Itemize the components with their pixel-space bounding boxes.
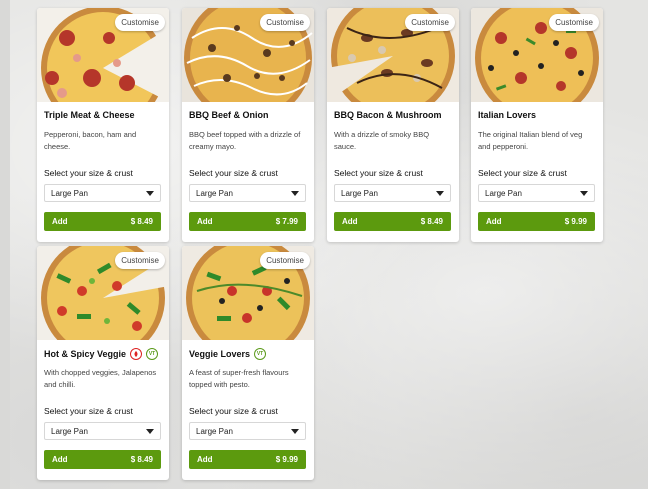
hot-icon — [130, 348, 143, 360]
selected-size: Large Pan — [485, 189, 522, 198]
pizza-image: Customise — [182, 246, 314, 340]
customise-button[interactable]: Customise — [405, 14, 455, 31]
selected-size: Large Pan — [51, 427, 88, 436]
add-label: Add — [197, 455, 213, 464]
pizza-description: With a drizzle of smoky BBQ sauce. — [334, 130, 430, 151]
pizza-card-hot-spicy-veggie: Customise Hot & Spicy Veggie VT With cho… — [37, 246, 169, 480]
add-button[interactable]: Add $ 8.49 — [44, 450, 161, 469]
size-crust-select[interactable]: Large Pan — [189, 184, 306, 202]
pizza-description: BBQ beef topped with a drizzle of creamy… — [189, 130, 301, 151]
pizza-card-veggie-lovers: Customise Veggie Lovers VT A feast of su… — [182, 246, 314, 480]
add-label: Add — [486, 217, 502, 226]
price: $ 8.49 — [130, 455, 153, 464]
pizza-card-triple-meat: Customise Triple Meat & Cheese Pepperoni… — [37, 8, 169, 242]
add-label: Add — [197, 217, 213, 226]
add-label: Add — [52, 455, 68, 464]
add-button[interactable]: Add $ 9.99 — [478, 212, 595, 231]
pizza-image: Customise — [37, 246, 169, 340]
vegetarian-icon: VT — [146, 348, 159, 360]
pizza-description: The original Italian blend of veg and pe… — [478, 130, 583, 151]
size-crust-select[interactable]: Large Pan — [44, 184, 161, 202]
pizza-card-bbq-beef-onion: Customise BBQ Beef & Onion BBQ beef topp… — [182, 8, 314, 242]
pizza-description: A feast of super-fresh flavours topped w… — [189, 368, 289, 389]
customise-button[interactable]: Customise — [260, 252, 310, 269]
pizza-title: Hot & Spicy Veggie VT — [44, 348, 163, 360]
customise-button[interactable]: Customise — [115, 14, 165, 31]
pizza-image: Customise — [327, 8, 459, 102]
pizza-description: Pepperoni, bacon, ham and cheese. — [44, 130, 137, 151]
size-crust-select[interactable]: Large Pan — [44, 422, 161, 440]
pizza-title: Italian Lovers — [478, 110, 537, 120]
vegetarian-icon: VT — [254, 348, 267, 360]
pizza-card-bbq-bacon-mushroom: Customise BBQ Bacon & Mushroom With a dr… — [327, 8, 459, 242]
add-button[interactable]: Add $ 8.49 — [334, 212, 451, 231]
size-crust-select[interactable]: Large Pan — [478, 184, 595, 202]
price: $ 9.99 — [564, 217, 587, 226]
pizza-image: Customise — [182, 8, 314, 102]
pizza-title: Triple Meat & Cheese — [44, 110, 135, 120]
size-crust-label: Select your size & crust — [189, 406, 278, 416]
size-crust-label: Select your size & crust — [44, 406, 133, 416]
add-button[interactable]: Add $ 8.49 — [44, 212, 161, 231]
add-label: Add — [52, 217, 68, 226]
price: $ 8.49 — [130, 217, 153, 226]
selected-size: Large Pan — [196, 189, 233, 198]
chevron-down-icon — [580, 191, 588, 196]
selected-size: Large Pan — [51, 189, 88, 198]
pizza-title: BBQ Beef & Onion — [189, 110, 269, 120]
chevron-down-icon — [436, 191, 444, 196]
add-button[interactable]: Add $ 9.99 — [189, 450, 306, 469]
customise-button[interactable]: Customise — [115, 252, 165, 269]
pizza-description: With chopped veggies, Jalapenos and chil… — [44, 368, 157, 389]
add-label: Add — [342, 217, 358, 226]
pizza-card-italian-lovers: Customise Italian Lovers The original It… — [471, 8, 603, 242]
selected-size: Large Pan — [196, 427, 233, 436]
chevron-down-icon — [291, 429, 299, 434]
left-edge — [0, 0, 10, 489]
pizza-image: Customise — [37, 8, 169, 102]
price: $ 7.99 — [275, 217, 298, 226]
chevron-down-icon — [291, 191, 299, 196]
pizza-image: Customise — [471, 8, 603, 102]
chevron-down-icon — [146, 191, 154, 196]
pizza-title: Veggie Lovers VT — [189, 348, 308, 360]
selected-size: Large Pan — [341, 189, 378, 198]
size-crust-label: Select your size & crust — [189, 168, 278, 178]
size-crust-select[interactable]: Large Pan — [334, 184, 451, 202]
pizza-title: BBQ Bacon & Mushroom — [334, 110, 442, 120]
customise-button[interactable]: Customise — [260, 14, 310, 31]
add-button[interactable]: Add $ 7.99 — [189, 212, 306, 231]
size-crust-label: Select your size & crust — [44, 168, 133, 178]
chevron-down-icon — [146, 429, 154, 434]
price: $ 8.49 — [420, 217, 443, 226]
customise-button[interactable]: Customise — [549, 14, 599, 31]
price: $ 9.99 — [275, 455, 298, 464]
size-crust-select[interactable]: Large Pan — [189, 422, 306, 440]
size-crust-label: Select your size & crust — [334, 168, 423, 178]
size-crust-label: Select your size & crust — [478, 168, 567, 178]
